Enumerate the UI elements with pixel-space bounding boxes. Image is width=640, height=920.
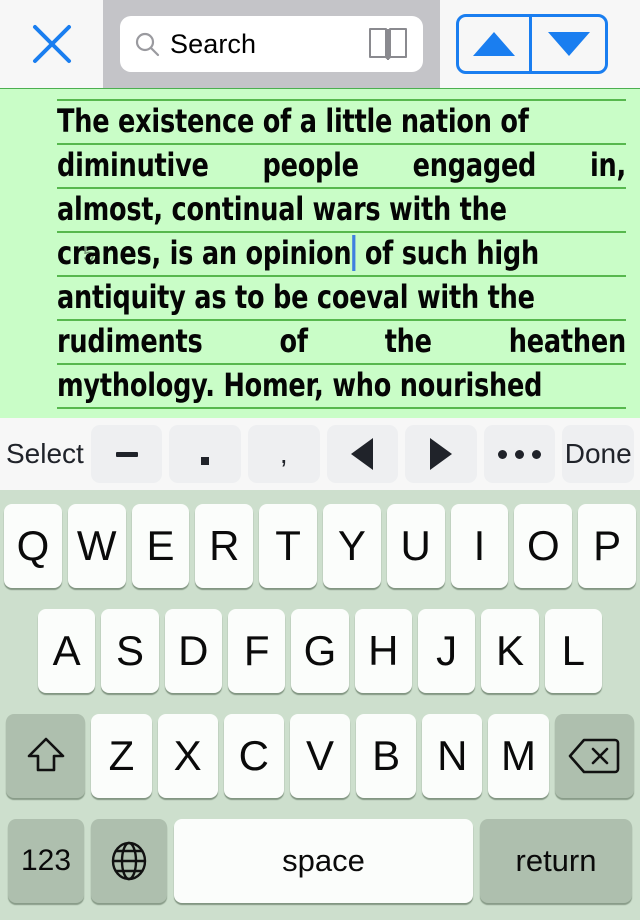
- key-x[interactable]: X: [157, 714, 218, 798]
- select-button-label: Select: [6, 438, 84, 469]
- close-x-icon: [33, 25, 71, 63]
- open-book-icon[interactable]: [367, 26, 409, 62]
- backspace-delete-icon: [569, 738, 620, 774]
- key-w[interactable]: W: [67, 504, 126, 588]
- text-line-content: rudiments of the heathen: [57, 322, 626, 360]
- key-h[interactable]: H: [354, 609, 412, 693]
- key-z[interactable]: Z: [91, 714, 152, 798]
- text-line[interactable]: The existence of a little nation of: [57, 101, 626, 145]
- text-line-content: mythology. Homer, who nourished: [57, 366, 543, 404]
- done-button-label: Done: [564, 438, 632, 469]
- key-g[interactable]: G: [291, 609, 349, 693]
- search-placeholder-text: Search: [170, 28, 257, 59]
- arrow-right-icon: [430, 438, 452, 470]
- space-key[interactable]: space: [174, 819, 473, 903]
- key-n[interactable]: N: [422, 714, 483, 798]
- text-line-content: cranes, is an opinion of such high: [57, 234, 539, 272]
- text-line[interactable]: antiquity as to be coeval with the: [57, 277, 626, 321]
- more-options-button[interactable]: [483, 425, 556, 483]
- key-m[interactable]: M: [488, 714, 549, 798]
- period-key[interactable]: [169, 425, 242, 483]
- ellipsis-icon: [498, 449, 542, 459]
- triangle-down-icon: [547, 32, 590, 56]
- key-c[interactable]: C: [223, 714, 284, 798]
- key-v[interactable]: V: [289, 714, 351, 798]
- find-next-button[interactable]: [532, 17, 605, 71]
- key-t[interactable]: T: [259, 504, 317, 588]
- find-previous-button[interactable]: [459, 17, 532, 71]
- search-toolbar: Search: [0, 0, 640, 88]
- key-b[interactable]: B: [356, 714, 417, 798]
- cursor-left-button[interactable]: [326, 425, 399, 483]
- text-line[interactable]: 5 cranes, is an opinion of such high: [57, 233, 626, 277]
- cursor-right-button[interactable]: [405, 425, 477, 483]
- backspace-key[interactable]: [554, 714, 635, 798]
- select-button[interactable]: Select: [6, 425, 84, 483]
- key-q[interactable]: Q: [4, 504, 62, 588]
- key-r[interactable]: R: [195, 504, 254, 588]
- shift-arrow-icon: [27, 737, 64, 772]
- text-line-content: diminutive people engaged in,: [57, 146, 626, 184]
- key-l[interactable]: L: [544, 609, 602, 693]
- globe-key[interactable]: [91, 819, 167, 903]
- comma-key[interactable]: ,: [248, 425, 320, 483]
- search-input[interactable]: Search: [120, 16, 423, 72]
- text-lines-container: The existence of a little nation of dimin…: [0, 89, 640, 409]
- close-search-button[interactable]: [22, 16, 82, 72]
- key-a[interactable]: A: [38, 609, 96, 693]
- search-magnifier-icon: [135, 32, 160, 57]
- keyboard-row-1: QWERTYUIOP: [0, 504, 640, 588]
- text-line[interactable]: diminutive people engaged in,: [57, 145, 626, 189]
- globe-language-icon: [111, 841, 147, 881]
- key-e[interactable]: E: [131, 504, 190, 588]
- keyboard-accessory-toolbar: Select, Done: [0, 418, 640, 490]
- hyphen-key[interactable]: [90, 425, 163, 483]
- triangle-up-icon: [473, 32, 515, 56]
- key-j[interactable]: J: [417, 609, 476, 693]
- text-editor-area[interactable]: The existence of a little nation of dimin…: [0, 88, 640, 418]
- search-navigation-segment: [456, 14, 608, 74]
- text-line[interactable]: almost, continual wars with the: [57, 189, 626, 233]
- key-o[interactable]: O: [514, 504, 573, 588]
- keyboard-row-4: 123 space return: [0, 819, 640, 903]
- done-button[interactable]: Done: [562, 425, 634, 483]
- hyphen-glyph: [115, 451, 138, 457]
- key-s[interactable]: S: [101, 609, 159, 693]
- key-u[interactable]: U: [386, 504, 445, 588]
- onscreen-keyboard: QWERTYUIOP ASDFGHJKL ZXCVBNM 123 space r…: [0, 490, 640, 920]
- shift-key[interactable]: [5, 714, 86, 798]
- key-p[interactable]: P: [578, 504, 636, 588]
- arrow-left-icon: [351, 438, 374, 470]
- keyboard-row-3: ZXCVBNM: [0, 714, 640, 798]
- key-y[interactable]: Y: [323, 504, 381, 588]
- numbers-key[interactable]: 123: [8, 819, 84, 903]
- text-rule-line: [57, 93, 626, 101]
- text-line[interactable]: rudiments of the heathen: [57, 321, 626, 365]
- app-root: Search The existence of a little nation …: [0, 0, 640, 920]
- text-line[interactable]: mythology. Homer, who nourished: [57, 365, 626, 409]
- keyboard-row-2: ASDFGHJKL: [0, 609, 640, 693]
- text-line-content: almost, continual wars with the: [57, 190, 507, 228]
- period-glyph: [201, 457, 210, 465]
- text-line-content: The existence of a little nation of: [57, 102, 529, 140]
- key-k[interactable]: K: [481, 609, 539, 693]
- key-i[interactable]: I: [450, 504, 509, 588]
- key-f[interactable]: F: [228, 609, 286, 693]
- text-line-content: antiquity as to be coeval with the: [57, 278, 535, 316]
- comma-key-label: ,: [279, 438, 288, 469]
- return-key[interactable]: return: [480, 819, 632, 903]
- text-caret: [352, 235, 356, 271]
- key-d[interactable]: D: [164, 609, 222, 693]
